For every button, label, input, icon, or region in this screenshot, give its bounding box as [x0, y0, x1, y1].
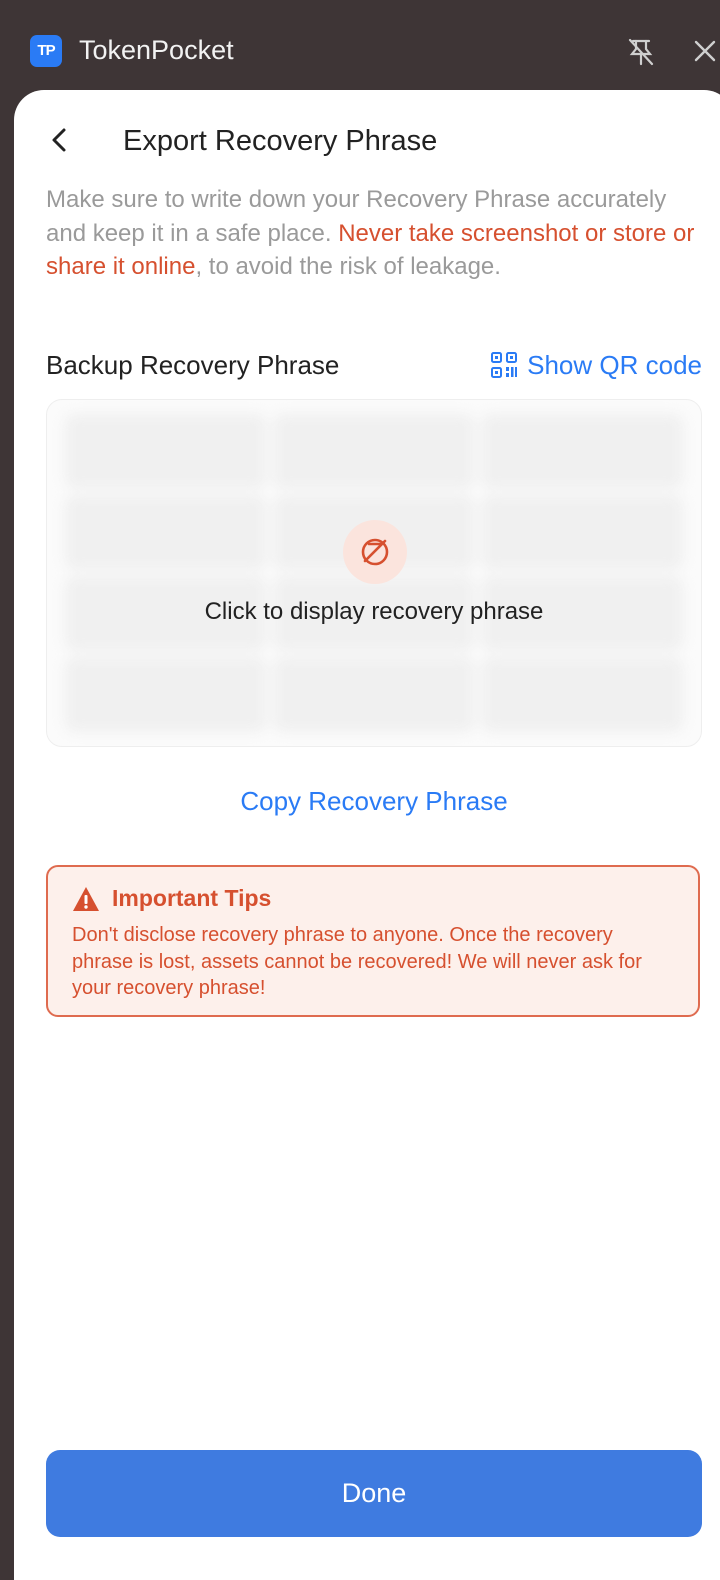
qr-code-icon — [491, 352, 518, 378]
intro-text: Make sure to write down your Recovery Ph… — [46, 183, 702, 284]
intro-text-after: , to avoid the risk of leakage. — [195, 253, 501, 280]
copy-recovery-phrase-link[interactable]: Copy Recovery Phrase — [46, 786, 702, 817]
tips-body: Don't disclose recovery phrase to anyone… — [72, 924, 642, 999]
pin-off-icon[interactable] — [625, 36, 657, 68]
reveal-phrase-label[interactable]: Click to display recovery phrase — [47, 598, 701, 626]
tokenpocket-logo-icon: TP — [30, 35, 62, 67]
recovery-phrase-box[interactable]: Click to display recovery phrase — [46, 399, 702, 747]
phrase-word-cell — [273, 414, 475, 489]
show-qr-code-label: Show QR code — [527, 349, 702, 380]
show-qr-code-link[interactable]: Show QR code — [490, 348, 702, 382]
phrase-word-cell — [481, 495, 683, 570]
tips-header: Important Tips — [72, 885, 674, 912]
close-icon[interactable] — [690, 36, 720, 66]
export-panel: Export Recovery Phrase Make sure to writ… — [14, 90, 720, 1580]
phrase-word-cell — [481, 657, 683, 732]
app-title: TokenPocket — [79, 35, 234, 65]
warning-icon — [73, 886, 99, 911]
phrase-word-cell — [481, 414, 683, 489]
tips-title: Important Tips — [112, 885, 272, 911]
back-chevron-icon[interactable] — [46, 126, 74, 154]
done-button[interactable]: Done — [46, 1450, 702, 1537]
backup-section-title: Backup Recovery Phrase — [46, 350, 340, 380]
title-bar: TP TokenPocket — [0, 0, 720, 92]
phrase-word-cell — [65, 657, 267, 732]
page-title: Export Recovery Phrase — [123, 125, 438, 157]
eye-off-icon[interactable] — [343, 520, 407, 584]
phrase-word-cell — [65, 414, 267, 489]
phrase-word-cell — [65, 495, 267, 570]
phrase-word-cell — [273, 657, 475, 732]
important-tips-box: Important Tips Don't disclose recovery p… — [46, 865, 700, 1017]
